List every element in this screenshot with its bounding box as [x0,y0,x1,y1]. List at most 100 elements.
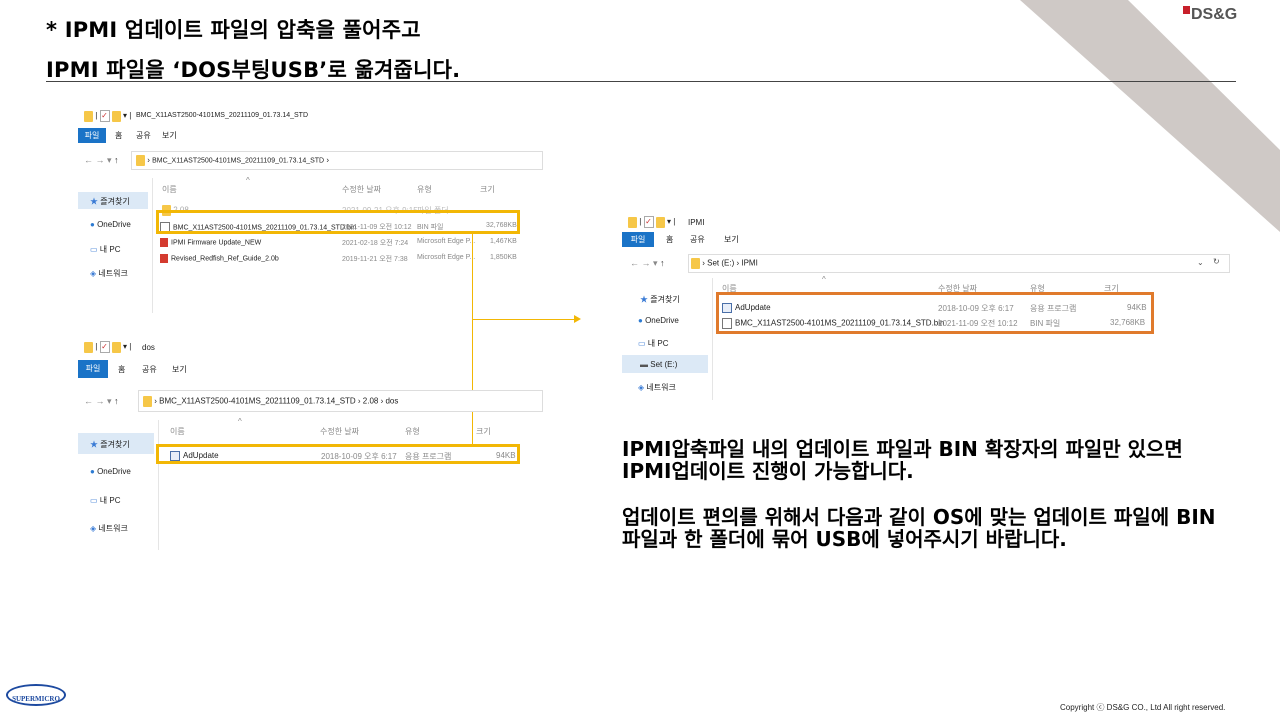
tab-file[interactable]: 파일 [78,128,106,143]
path-segment[interactable]: dos [385,397,398,406]
path-segment[interactable]: Set (E:) [707,259,734,268]
quick-access-toolbar[interactable]: | ✓ ▾ | [84,341,131,353]
sidebar-item-usb[interactable]: ▬ Set (E:) [640,360,677,369]
folder-icon [136,155,145,166]
col-name[interactable]: 이름 [170,426,185,437]
sidebar-item-favorites[interactable]: ★ 즐겨찾기 [90,196,130,207]
ipmi-files-highlight [716,292,1154,334]
path-segment[interactable]: IPMI [741,259,757,268]
sidebar-label: OneDrive [97,467,131,476]
window-title: dos [142,343,155,352]
tab-view[interactable]: 보기 [724,232,739,247]
sidebar-item-pc[interactable]: ▭ 내 PC [90,244,121,255]
list-item[interactable]: IPMI Firmware Update_NEW [160,238,261,247]
folder-icon [84,341,93,353]
tab-view[interactable]: 보기 [172,362,187,377]
network-icon: ◈ [90,269,97,278]
address-bar[interactable]: › BMC_X11AST2500-4101MS_20211109_01.73.1… [131,151,543,170]
properties-icon: ✓ [643,216,654,228]
sidebar-label: 즐겨찾기 [100,197,130,206]
col-type[interactable]: 유형 [405,426,420,437]
dsg-logo: DS&G [1183,6,1237,24]
tab-file[interactable]: 파일 [622,232,654,247]
nav-buttons[interactable]: ← → ▾ ↑ [84,396,119,407]
file-name: IPMI Firmware Update_NEW [171,239,262,247]
nav-buttons[interactable]: ← → ▾ ↑ [84,155,119,166]
sidebar-item-network[interactable]: ◈ 네트워크 [90,268,128,279]
file-date: 2021-02-18 오전 7:24 [342,240,409,247]
cloud-icon: ● [90,220,95,229]
properties-icon: ✓ [99,110,110,122]
sidebar-label: 네트워크 [98,269,128,278]
sidebar-item-pc[interactable]: ▭ 내 PC [90,495,121,506]
quick-access-toolbar[interactable]: | ✓ ▾ | [84,110,131,122]
tab-share[interactable]: 공유 [690,232,705,247]
sidebar-label: OneDrive [645,316,679,325]
col-size[interactable]: 크기 [476,426,491,437]
sidebar-item-onedrive[interactable]: ● OneDrive [638,316,679,325]
cloud-icon: ● [638,316,643,325]
pdf-icon [160,238,168,247]
sidebar-item-network[interactable]: ◈ 네트워크 [638,382,676,393]
sidebar-item-pc[interactable]: ▭ 내 PC [638,338,669,349]
path-segment[interactable]: BMC_X11AST2500-4101MS_20211109_01.73.14_… [159,397,356,406]
address-bar[interactable]: › Set (E:) › IPMI ⌄ ↻ [688,254,1230,273]
file-type: Microsoft Edge P... [417,238,476,245]
connector-line [472,319,576,320]
window-title: IPMI [688,218,705,227]
network-icon: ◈ [638,383,645,392]
nav-buttons[interactable]: ← → ▾ ↑ [630,258,665,269]
sidebar-item-favorites[interactable]: ★ 즐겨찾기 [90,439,130,450]
col-date[interactable]: 수정한 날짜 [320,426,359,437]
file-size: 1,850KB [490,254,517,261]
file-size: 1,467KB [490,238,517,245]
col-date[interactable]: 수정한 날짜 [342,184,381,195]
sidebar-label: Set (E:) [650,360,678,369]
list-item[interactable]: Revised_Redfish_Ref_Guide_2.0b [160,254,279,263]
sidebar-item-onedrive[interactable]: ● OneDrive [90,467,131,476]
sidebar-label: 즐겨찾기 [650,295,680,304]
tab-share[interactable]: 공유 [142,362,157,377]
heading-line-2: IPMI 파일을 ‘DOS부팅USB’로 옮겨줍니다. [46,58,461,82]
heading-line-1: * IPMI 업데이트 파일의 압축을 풀어주고 [46,18,421,42]
folder-icon [111,110,121,122]
col-name[interactable]: 이름 [162,184,177,195]
col-size[interactable]: 크기 [480,184,495,195]
bin-file-highlight [156,210,520,234]
refresh-icon[interactable]: ↻ [1213,257,1220,266]
cloud-icon: ● [90,467,95,476]
star-icon: ★ [90,440,98,449]
file-type: Microsoft Edge P... [417,254,476,261]
address-bar[interactable]: › BMC_X11AST2500-4101MS_20211109_01.73.1… [138,390,543,412]
file-date: 2019-11-21 오전 7:38 [342,256,408,263]
pane-divider [158,420,159,550]
sidebar-item-network[interactable]: ◈ 네트워크 [90,523,128,534]
tab-home[interactable]: 홈 [118,362,125,377]
folder-icon [655,216,665,228]
col-type[interactable]: 유형 [417,184,432,195]
sidebar-label: 내 PC [99,245,121,254]
usb-drive-icon: ▬ [640,360,648,369]
sidebar-label: 네트워크 [646,383,676,392]
sidebar-item-favorites[interactable]: ★ 즐겨찾기 [640,294,680,305]
sort-caret-icon: ^ [246,176,250,185]
connector-line [472,234,473,446]
tab-view[interactable]: 보기 [162,128,177,143]
dropdown-icon[interactable]: ⌄ [1197,258,1204,267]
description-paragraph-1: IPMI압축파일 내의 업데이트 파일과 BIN 확장자의 파일만 있으면 IP… [622,437,1183,483]
path-segment[interactable]: 2.08 [363,397,379,406]
sort-caret-icon: ^ [822,275,826,284]
sidebar-label: 내 PC [99,496,121,505]
path-segment[interactable]: BMC_X11AST2500-4101MS_20211109_01.73.14_… [152,158,324,165]
sidebar-label: 내 PC [647,339,669,348]
tab-share[interactable]: 공유 [136,128,151,143]
sidebar-item-onedrive[interactable]: ● OneDrive [90,220,131,229]
quick-access-toolbar[interactable]: | ✓ ▾ | [628,216,675,228]
copyright-text: Copyright ⓒ DS&G CO., Ltd All right rese… [1060,703,1226,712]
sort-caret-icon: ^ [238,417,242,426]
tab-home[interactable]: 홈 [666,232,673,247]
tab-file[interactable]: 파일 [78,360,108,378]
folder-icon [143,396,152,407]
tab-home[interactable]: 홈 [115,128,122,143]
pane-divider [712,278,713,400]
